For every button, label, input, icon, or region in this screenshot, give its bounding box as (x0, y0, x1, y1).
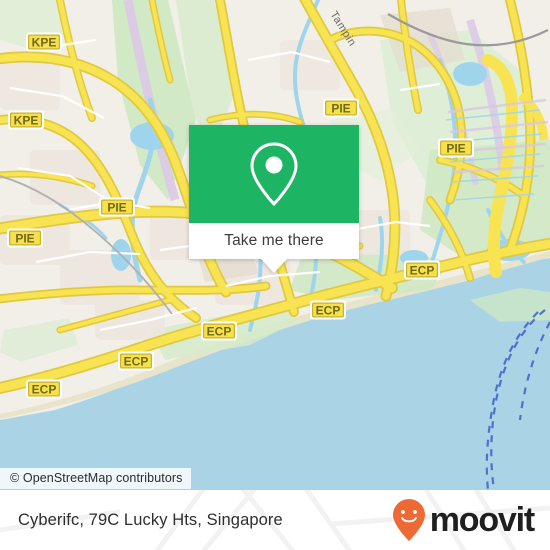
highway-shield-pie: PIE (7, 228, 43, 248)
map-pin-icon (250, 142, 298, 207)
location-popup[interactable]: Take me there (189, 125, 359, 273)
highway-shield-pie: PIE (323, 98, 359, 118)
shield-label: KPE (32, 35, 57, 49)
popup-header (189, 125, 359, 223)
osm-attribution[interactable]: © OpenStreetMap contributors (0, 468, 191, 489)
footer-bar: Cyberifc, 79C Lucky Hts, Singapore moovi… (0, 490, 550, 550)
highway-shield-kpe: KPE (26, 32, 62, 52)
highway-shield-ecp: ECP (404, 260, 440, 280)
moovit-map-screenshot: Tampin KPE KPE PIE PIE PIE PIE ECP ECP ECP ECP ECP… (0, 0, 550, 550)
location-address: Cyberifc, 79C Lucky Hts, Singapore (18, 510, 283, 529)
shield-label: ECP (207, 324, 232, 338)
highway-shield-pie: PIE (438, 138, 474, 158)
shield-label: ECP (124, 354, 149, 368)
take-me-there-label: Take me there (224, 232, 324, 249)
highway-shield-ecp: ECP (118, 351, 154, 371)
shield-label: KPE (14, 113, 39, 127)
highway-shield-ecp: ECP (310, 300, 346, 320)
shield-label: PIE (107, 200, 126, 214)
moovit-wordmark: moovit (429, 501, 535, 539)
popup-tail (261, 259, 287, 273)
popup-action-bar[interactable]: Take me there (189, 223, 359, 273)
moovit-pin-icon (392, 499, 425, 541)
highway-shield-ecp: ECP (26, 379, 62, 399)
highway-shield-pie: PIE (99, 197, 135, 217)
shield-label: ECP (32, 382, 57, 396)
shield-label: PIE (446, 141, 465, 155)
shield-label: ECP (410, 263, 435, 277)
highway-shield-kpe: KPE (8, 110, 44, 130)
shield-label: PIE (331, 101, 350, 115)
shield-label: PIE (15, 231, 34, 245)
moovit-logo[interactable]: moovit (392, 490, 535, 550)
highway-shield-ecp: ECP (201, 321, 237, 341)
shield-label: ECP (316, 303, 341, 317)
